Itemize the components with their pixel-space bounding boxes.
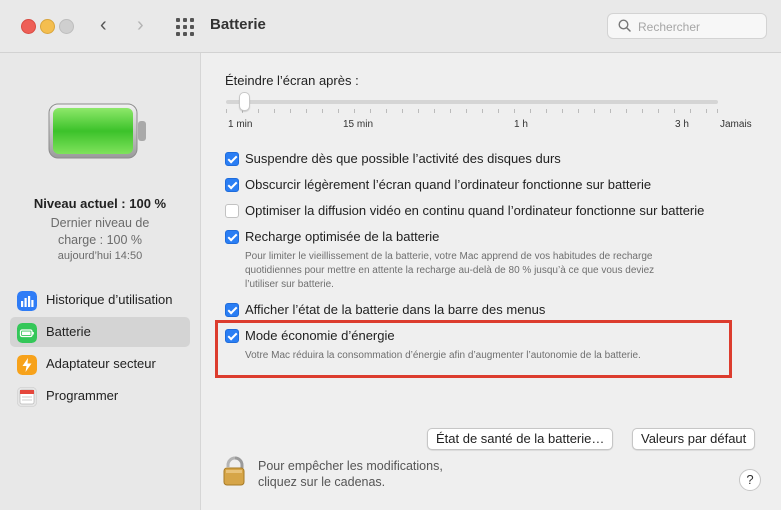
checkbox[interactable] — [225, 230, 239, 244]
help-button[interactable]: ? — [739, 469, 761, 491]
checkbox-label: Optimiser la diffusion vidéo en continu … — [245, 203, 705, 218]
sidebar-item-schedule[interactable]: Programmer — [10, 381, 190, 411]
description-line: Pour limiter le vieillissement de la bat… — [245, 251, 653, 262]
lock-message-line: Pour empêcher les modifications, — [258, 459, 443, 473]
checkbox-label: Afficher l’état de la batterie dans la b… — [245, 302, 546, 317]
lock-message-line: cliquez sur le cadenas. — [258, 475, 386, 489]
sidebar-item-label: Historique d’utilisation — [46, 292, 173, 307]
titlebar: ‹ › Batterie — [0, 0, 781, 53]
sidebar-item-battery[interactable]: Batterie — [10, 317, 190, 347]
checkbox-label: Recharge optimisée de la batterie — [245, 229, 440, 244]
forward-icon[interactable]: › — [137, 14, 144, 37]
last-charge-level: Dernier niveau de charge : 100 % — [50, 216, 150, 247]
search-icon — [618, 19, 631, 32]
checkbox[interactable] — [225, 152, 239, 166]
checkbox[interactable] — [225, 204, 239, 218]
description-line: l’utiliser sur batterie. — [245, 279, 334, 290]
show-all-grid-icon[interactable] — [176, 18, 194, 36]
checkbox-label: Suspendre dès que possible l’activité de… — [245, 151, 561, 166]
back-icon[interactable]: ‹ — [100, 14, 107, 37]
sidebar: Niveau actuel : 100 % Dernier niveau de … — [0, 53, 201, 510]
window-title: Batterie — [210, 16, 266, 33]
close-window-button[interactable] — [21, 19, 36, 34]
description-line: quotidiennes pour mettre en attente la r… — [245, 265, 655, 276]
battery-icon — [17, 323, 37, 343]
search-input[interactable] — [636, 17, 765, 37]
search-field[interactable] — [607, 13, 767, 39]
display-sleep-label: Éteindre l’écran après : — [225, 73, 359, 88]
tick-label: 15 min — [343, 119, 374, 130]
checkbox-label: Mode économie d’énergie — [245, 328, 395, 343]
preferences-window: ‹ › Batterie Niveau actuel : 100 % — [0, 0, 781, 510]
lightning-icon — [17, 355, 37, 375]
battery-large-icon — [48, 103, 146, 159]
calendar-icon — [17, 387, 37, 407]
display-sleep-slider[interactable] — [226, 100, 718, 104]
description-line: Votre Mac réduira la consommation d’éner… — [245, 350, 641, 361]
optimized-charging-description: Pour limiter le vieillissement de la bat… — [245, 250, 745, 292]
checkbox[interactable] — [225, 329, 239, 343]
minimize-window-button[interactable] — [40, 19, 55, 34]
sidebar-item-label: Programmer — [46, 388, 119, 403]
zoom-window-button[interactable] — [59, 19, 74, 34]
padlock-icon[interactable] — [222, 454, 248, 488]
slider-thumb[interactable] — [239, 92, 250, 111]
tick-label: Jamais — [720, 119, 752, 130]
sidebar-item-label: Adaptateur secteur — [46, 356, 156, 371]
tick-label: 3 h — [675, 119, 689, 130]
sidebar-item-label: Batterie — [46, 324, 91, 339]
sidebar-item-usage-history[interactable]: Historique d’utilisation — [10, 285, 190, 315]
slider-ticks — [226, 109, 718, 114]
restore-defaults-button[interactable]: Valeurs par défaut — [632, 428, 756, 450]
battery-health-button[interactable]: État de santé de la batterie… — [427, 428, 614, 450]
tick-label: 1 h — [514, 119, 528, 130]
battery-level: Niveau actuel : 100 % — [33, 196, 167, 211]
sidebar-item-power-adapter[interactable]: Adaptateur secteur — [10, 349, 190, 379]
checkbox-label: Obscurcir légèrement l’écran quand l’ord… — [245, 177, 652, 192]
lock-message: Pour empêcher les modifications, cliquez… — [258, 458, 443, 490]
main-panel: Éteindre l’écran après : 1 min 15 min 1 … — [201, 53, 781, 510]
checkbox[interactable] — [225, 303, 239, 317]
last-charge-time: aujourd’hui 14:50 — [57, 250, 143, 262]
chart-icon — [17, 291, 37, 311]
low-power-mode-description: Votre Mac réduira la consommation d’éner… — [245, 349, 745, 363]
checkbox[interactable] — [225, 178, 239, 192]
tick-label: 1 min — [228, 119, 253, 130]
